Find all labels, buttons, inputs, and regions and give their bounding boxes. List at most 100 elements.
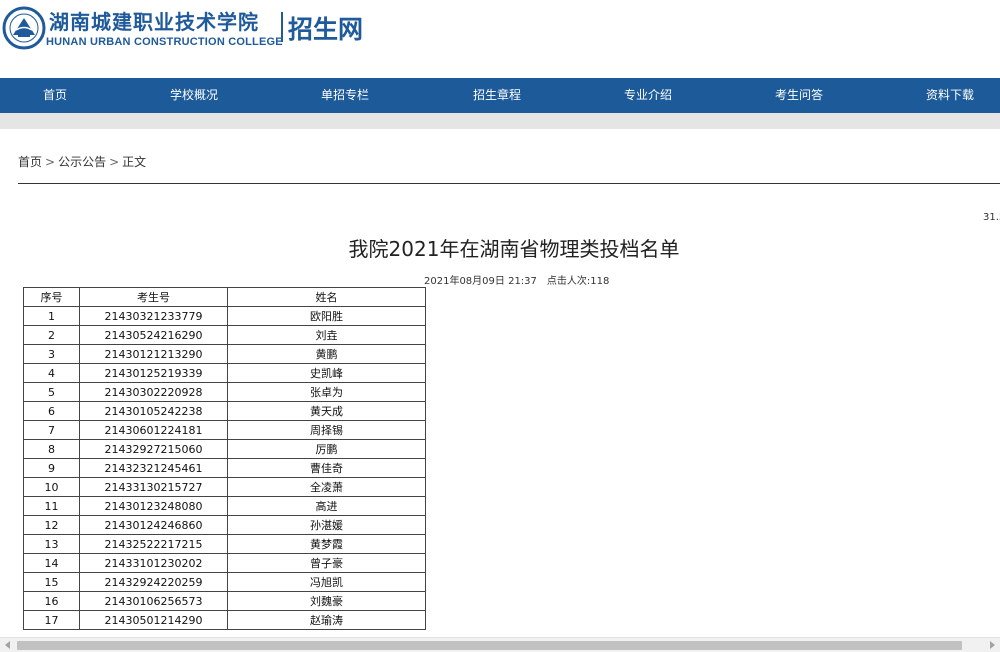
nav-band <box>0 113 1000 129</box>
table-row: 14 21433101230202 曾子豪 <box>23 553 426 573</box>
cell-candidate-id: 21430124246860 <box>79 515 228 535</box>
table-row: 1 21430321233779 欧阳胜 <box>23 306 426 326</box>
school-name-en[interactable]: HUNAN URBAN CONSTRUCTION COLLEGE <box>46 36 283 48</box>
cell-index: 2 <box>23 325 80 345</box>
table-row: 7 21430601224181 周择锡 <box>23 420 426 440</box>
table-row: 2 21430524216290 刘垚 <box>23 325 426 345</box>
cell-index: 9 <box>23 458 80 478</box>
college-emblem-icon[interactable] <box>2 6 46 50</box>
breadcrumb-home[interactable]: 首页 <box>18 155 42 169</box>
table-row: 6 21430105242238 黄天成 <box>23 401 426 421</box>
column-header-name: 姓名 <box>227 287 426 307</box>
cell-name: 史凯峰 <box>227 363 426 383</box>
cell-candidate-id: 21432924220259 <box>79 572 228 592</box>
cell-index: 10 <box>23 477 80 497</box>
cell-candidate-id: 21430321233779 <box>79 306 228 326</box>
cell-name: 全凌萧 <box>227 477 426 497</box>
cell-index: 12 <box>23 515 80 535</box>
table-row: 11 21430123248080 高进 <box>23 496 426 516</box>
cell-name: 黄梦霞 <box>227 534 426 554</box>
cell-index: 7 <box>23 420 80 440</box>
article-meta: 2021年08月09日 21:37 点击人次:118 <box>424 272 619 287</box>
cell-name: 高进 <box>227 496 426 516</box>
cell-candidate-id: 21433101230202 <box>79 553 228 573</box>
cell-candidate-id: 21430105242238 <box>79 401 228 421</box>
cell-index: 17 <box>23 610 80 630</box>
nav-item-about[interactable]: 学校概况 <box>170 78 218 113</box>
horizontal-scrollbar[interactable] <box>0 637 1000 652</box>
nav-item-downloads[interactable]: 资料下载 <box>926 78 974 113</box>
cell-name: 厉鹏 <box>227 439 426 459</box>
divider-line <box>18 183 1000 184</box>
cell-name: 黄天成 <box>227 401 426 421</box>
cell-index: 6 <box>23 401 80 421</box>
table-row: 15 21432924220259 冯旭凯 <box>23 572 426 592</box>
cell-candidate-id: 21430125219339 <box>79 363 228 383</box>
cell-candidate-id: 21433130215727 <box>79 477 228 497</box>
cell-name: 曹佳奇 <box>227 458 426 478</box>
table-row: 3 21430121213290 黄鹏 <box>23 344 426 364</box>
page: 湖南城建职业技术学院 HUNAN URBAN CONSTRUCTION COLL… <box>0 0 1000 652</box>
table-body: 1 21430321233779 欧阳胜 2 21430524216290 刘垚 3 2143… <box>23 306 426 630</box>
cell-index: 3 <box>23 344 80 364</box>
site-header: 湖南城建职业技术学院 HUNAN URBAN CONSTRUCTION COLL… <box>0 0 1000 78</box>
table-row: 10 21433130215727 全凌萧 <box>23 477 426 497</box>
table-header-row: 序号 考生号 姓名 <box>23 287 426 307</box>
table-row: 4 21430125219339 史凯峰 <box>23 363 426 383</box>
table-row: 12 21430124246860 孙湛媛 <box>23 515 426 535</box>
nav-item-majors[interactable]: 专业介绍 <box>624 78 672 113</box>
cell-name: 孙湛媛 <box>227 515 426 535</box>
table-row: 16 21430106256573 刘魏豪 <box>23 591 426 611</box>
nav-item-charter[interactable]: 招生章程 <box>473 78 521 113</box>
school-name-cn[interactable]: 湖南城建职业技术学院 <box>49 6 259 35</box>
cell-name: 刘垚 <box>227 325 426 345</box>
cell-name: 黄鹏 <box>227 344 426 364</box>
scroll-right-arrow-icon[interactable] <box>990 641 995 649</box>
cell-name: 赵瑜涛 <box>227 610 426 630</box>
table-row: 9 21432321245461 曹佳奇 <box>23 458 426 478</box>
table-row: 8 21432927215060 厉鹏 <box>23 439 426 459</box>
table-row: 17 21430501214290 赵瑜涛 <box>23 610 426 630</box>
column-header-index: 序号 <box>23 287 80 307</box>
cell-name: 曾子豪 <box>227 553 426 573</box>
cell-name: 欧阳胜 <box>227 306 426 326</box>
article-views: 点击人次:118 <box>546 276 610 287</box>
cell-index: 5 <box>23 382 80 402</box>
scroll-left-arrow-icon[interactable] <box>5 641 10 649</box>
breadcrumb: 首页 > 公示公告 > 正文 <box>18 153 146 170</box>
cell-candidate-id: 21430524216290 <box>79 325 228 345</box>
nav-item-home[interactable]: 首页 <box>43 78 67 113</box>
cell-index: 4 <box>23 363 80 383</box>
table-row: 13 21432522217215 黄梦霞 <box>23 534 426 554</box>
side-number: 31.5 <box>983 212 1000 223</box>
breadcrumb-announcements[interactable]: 公示公告 <box>58 155 106 169</box>
admission-table: 序号 考生号 姓名 1 21430321233779 欧阳胜 2 21430524216… <box>23 287 426 630</box>
scrollbar-thumb[interactable] <box>17 641 962 650</box>
nav-item-single-enrollment[interactable]: 单招专栏 <box>321 78 369 113</box>
column-header-candidate-id: 考生号 <box>79 287 228 307</box>
cell-candidate-id: 21430123248080 <box>79 496 228 516</box>
cell-candidate-id: 21430302220928 <box>79 382 228 402</box>
cell-name: 张卓为 <box>227 382 426 402</box>
cell-candidate-id: 21430121213290 <box>79 344 228 364</box>
cell-candidate-id: 21432927215060 <box>79 439 228 459</box>
table-row: 5 21430302220928 张卓为 <box>23 382 426 402</box>
logo-divider <box>281 12 283 42</box>
cell-candidate-id: 21430601224181 <box>79 420 228 440</box>
breadcrumb-current: 正文 <box>122 155 147 169</box>
cell-candidate-id: 21430501214290 <box>79 610 228 630</box>
cell-index: 1 <box>23 306 80 326</box>
cell-index: 13 <box>23 534 80 554</box>
cell-index: 16 <box>23 591 80 611</box>
breadcrumb-separator: > <box>45 155 56 169</box>
cell-name: 刘魏豪 <box>227 591 426 611</box>
nav-item-faq[interactable]: 考生问答 <box>775 78 823 113</box>
cell-name: 周择锡 <box>227 420 426 440</box>
cell-candidate-id: 21430106256573 <box>79 591 228 611</box>
cell-index: 15 <box>23 572 80 592</box>
site-name[interactable]: 招生网 <box>288 10 363 46</box>
cell-index: 8 <box>23 439 80 459</box>
article-date: 2021年08月09日 21:37 <box>424 276 537 287</box>
article-title: 我院2021年在湖南省物理类投档名单 <box>348 237 680 261</box>
main-nav: 首页 学校概况 单招专栏 招生章程 专业介绍 考生问答 资料下载 <box>0 78 1000 113</box>
